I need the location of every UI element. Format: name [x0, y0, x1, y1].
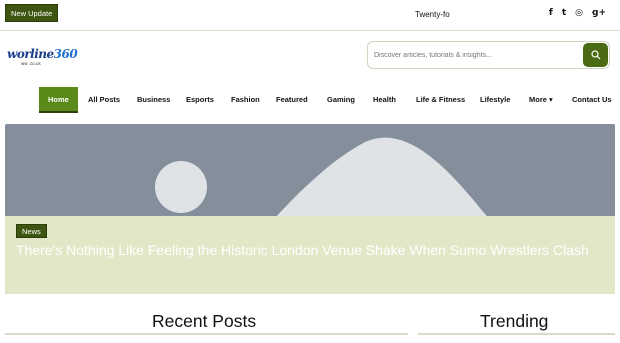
nav-contact-us[interactable]: Contact Us	[572, 87, 612, 113]
nav-esports[interactable]: Esports	[186, 87, 214, 113]
site-logo[interactable]: worline360 ww .co.uk	[7, 47, 78, 69]
top-bar: New Update Twenty-fo f t ◎ g+	[0, 0, 620, 31]
hero-featured-post[interactable]	[5, 124, 615, 294]
twitter-icon[interactable]: t	[562, 8, 566, 18]
new-update-button[interactable]: New Update	[5, 4, 59, 22]
search-icon	[590, 50, 600, 60]
trending-heading: Trending	[480, 311, 549, 331]
logo-text: worline360	[7, 47, 78, 61]
nav-featured[interactable]: Featured	[276, 87, 308, 113]
hero-headline[interactable]: There's Nothing Like Feeling the Histori…	[16, 241, 606, 259]
recent-posts-divider	[5, 333, 408, 335]
google-plus-icon[interactable]: g+	[592, 8, 606, 18]
social-links: f t ◎ g+	[549, 8, 606, 18]
nav-business[interactable]: Business	[137, 87, 170, 113]
nav-lifestyle[interactable]: Lifestyle	[480, 87, 510, 113]
instagram-icon[interactable]: ◎	[575, 8, 583, 18]
main-nav: Home All Posts Business Esports Fashion …	[0, 87, 620, 113]
nav-more-dropdown[interactable]: More ▾	[529, 87, 553, 113]
logo-subtext: ww .co.uk	[21, 61, 41, 66]
nav-fashion[interactable]: Fashion	[231, 87, 260, 113]
search-button[interactable]	[583, 43, 608, 67]
news-ticker[interactable]: Twenty-fo	[415, 10, 450, 19]
nav-gaming[interactable]: Gaming	[327, 87, 355, 113]
search-bar	[367, 41, 610, 69]
recent-posts-heading: Recent Posts	[152, 311, 257, 331]
facebook-icon[interactable]: f	[549, 8, 553, 18]
nav-all-posts[interactable]: All Posts	[88, 87, 120, 113]
nav-health[interactable]: Health	[373, 87, 396, 113]
category-badge[interactable]: News	[16, 224, 47, 238]
nav-home[interactable]: Home	[39, 87, 78, 113]
search-input[interactable]	[374, 47, 574, 63]
trending-divider	[418, 333, 615, 335]
nav-life-fitness[interactable]: Life & Fitness	[416, 87, 465, 113]
hero-placeholder-image	[5, 124, 615, 294]
